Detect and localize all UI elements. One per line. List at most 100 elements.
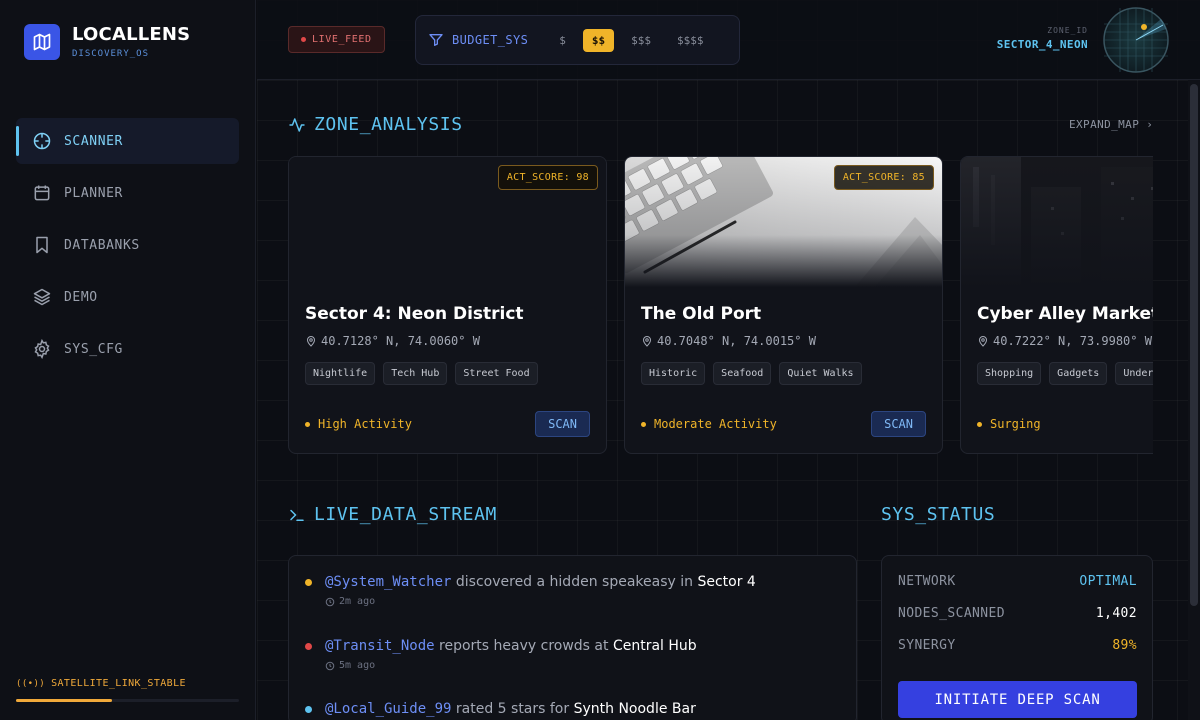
sys-status-panel: NETWORK OPTIMAL NODES_SCANNED 1,402 SYNE… — [881, 555, 1153, 720]
zone-tag[interactable]: Nightlife — [305, 362, 376, 385]
sidebar-item-label: SCANNER — [64, 133, 123, 149]
zone-tag[interactable]: Underground — [1115, 362, 1153, 385]
clock-icon — [325, 597, 335, 607]
zone-tags: Nightlife Tech Hub Street Food — [305, 362, 546, 385]
stream-time: 2m ago — [339, 596, 376, 607]
activity-label: Surging — [990, 417, 1041, 431]
status-row: NODES_SCANNED 1,402 — [898, 606, 1137, 621]
terminal-icon — [288, 506, 306, 524]
filter-icon — [428, 32, 444, 48]
zone-tag[interactable]: Street Food — [455, 362, 538, 385]
stream-dot-icon — [305, 579, 312, 586]
zone-analysis-label: ZONE_ANALYSIS — [314, 114, 463, 135]
scrollbar-thumb[interactable] — [1190, 84, 1198, 606]
live-dot-icon — [301, 37, 306, 42]
status-dot-icon — [305, 421, 310, 427]
stream-dot-icon — [305, 643, 312, 650]
zone-image — [961, 157, 1153, 287]
live-stream-label: LIVE_DATA_STREAM — [314, 504, 497, 525]
stream-time: 5m ago — [339, 660, 376, 671]
activity-status: Surging — [977, 417, 1041, 431]
chevron-right-icon: › — [1146, 118, 1154, 131]
deep-scan-button[interactable]: INITIATE DEEP SCAN — [898, 681, 1137, 718]
zone-tag[interactable]: Quiet Walks — [779, 362, 862, 385]
stream-text: reports heavy crowds at — [434, 638, 613, 654]
zone-tag[interactable]: Historic — [641, 362, 706, 385]
gear-icon — [32, 339, 52, 359]
zone-card[interactable]: ACT_SCORE: 98 Sector 4: Neon District 40… — [288, 156, 607, 454]
zone-tags: Historic Seafood Quiet Walks — [641, 362, 870, 385]
sidebar: LOCALLENS DISCOVERY_OS SCANNER PLANNER D… — [0, 0, 256, 720]
stream-text: rated 5 stars for — [451, 701, 574, 717]
map-icon — [24, 24, 60, 60]
zone-tag[interactable]: Gadgets — [1049, 362, 1108, 385]
live-stream-feed: @System_Watcher discovered a hidden spea… — [288, 555, 857, 720]
budget-option-3[interactable]: $$$ — [622, 29, 660, 52]
activity-icon — [288, 116, 306, 134]
status-key: NETWORK — [898, 574, 956, 589]
satellite-label: SATELLITE_LINK_STABLE — [51, 678, 186, 689]
map-pin-icon — [977, 335, 989, 347]
satellite-status: ((•)) SATELLITE_LINK_STABLE — [16, 678, 239, 702]
zone-cards: ACT_SCORE: 98 Sector 4: Neon District 40… — [288, 156, 1153, 456]
sidebar-item-scanner[interactable]: SCANNER — [16, 118, 239, 164]
status-dot-icon — [977, 421, 982, 427]
sidebar-item-label: DATABANKS — [64, 237, 140, 253]
topbar: LIVE_FEED BUDGET_SYS $ $$ $$$ $$$$ ZONE_… — [257, 0, 1200, 80]
live-feed-badge[interactable]: LIVE_FEED — [288, 26, 385, 53]
stream-dot-icon — [305, 706, 312, 713]
brand-name: LOCALLENS — [72, 24, 191, 45]
scan-button[interactable]: SCAN — [535, 411, 590, 437]
stream-place[interactable]: Synth Noodle Bar — [574, 701, 696, 717]
radar-icon[interactable] — [1103, 7, 1169, 73]
zone-tag[interactable]: Tech Hub — [383, 362, 448, 385]
sidebar-item-planner[interactable]: PLANNER — [16, 170, 239, 216]
zone-analysis-title: ZONE_ANALYSIS — [288, 114, 463, 135]
zone-tag[interactable]: Shopping — [977, 362, 1042, 385]
budget-label: BUDGET_SYS — [452, 33, 529, 47]
layers-icon — [32, 287, 52, 307]
sys-status-title: SYS_STATUS — [881, 504, 996, 525]
zone-card[interactable]: ACT_SCORE: 85 The Old Port 40.7048° N, 7… — [624, 156, 943, 454]
sidebar-item-databanks[interactable]: DATABANKS — [16, 222, 239, 268]
stream-place[interactable]: Central Hub — [613, 638, 697, 654]
sidebar-item-label: DEMO — [64, 289, 98, 305]
budget-option-4[interactable]: $$$$ — [668, 29, 713, 52]
zone-id: ZONE_ID SECTOR_4_NEON — [997, 26, 1088, 51]
status-row: SYNERGY 89% — [898, 638, 1137, 653]
scrollbar[interactable] — [1188, 80, 1200, 720]
activity-score-badge: ACT_SCORE: 85 — [833, 165, 934, 190]
live-stream-title: LIVE_DATA_STREAM — [288, 504, 497, 525]
zone-title: Sector 4: Neon District — [305, 304, 524, 324]
stream-user[interactable]: @Local_Guide_99 — [325, 701, 451, 717]
stream-user[interactable]: @System_Watcher — [325, 574, 451, 590]
sidebar-item-sys-cfg[interactable]: SYS_CFG — [16, 326, 239, 372]
brand[interactable]: LOCALLENS DISCOVERY_OS — [24, 24, 190, 60]
clock-icon — [325, 661, 335, 671]
scan-button[interactable]: SCAN — [871, 411, 926, 437]
zone-coordinates: 40.7222° N, 73.9980° W — [993, 334, 1152, 348]
activity-status: High Activity — [305, 417, 412, 431]
expand-map-link[interactable]: EXPAND_MAP › — [1069, 118, 1153, 131]
status-row: NETWORK OPTIMAL — [898, 574, 1137, 589]
zone-card[interactable]: Cyber Alley Market 40.7222° N, 73.9980° … — [960, 156, 1153, 454]
crosshair-icon — [32, 131, 52, 151]
stream-user[interactable]: @Transit_Node — [325, 638, 435, 654]
budget-option-2[interactable]: $$ — [582, 28, 615, 52]
sidebar-item-label: SYS_CFG — [64, 341, 123, 357]
budget-option-1[interactable]: $ — [550, 29, 575, 52]
map-pin-icon — [305, 335, 317, 347]
signal-icon: ((•)) — [16, 678, 46, 689]
map-pin-icon — [641, 335, 653, 347]
bookmark-icon — [32, 235, 52, 255]
zone-tag[interactable]: Seafood — [713, 362, 772, 385]
calendar-icon — [32, 183, 52, 203]
zone-coordinates: 40.7128° N, 74.0060° W — [321, 334, 480, 348]
sidebar-nav: SCANNER PLANNER DATABANKS DEMO SYS_CFG — [16, 118, 239, 378]
live-feed-label: LIVE_FEED — [312, 34, 372, 45]
stream-text: discovered a hidden speakeasy in — [451, 574, 698, 590]
sidebar-item-demo[interactable]: DEMO — [16, 274, 239, 320]
zone-tags: Shopping Gadgets Underground — [977, 362, 1153, 385]
zone-title: The Old Port — [641, 304, 762, 324]
stream-place[interactable]: Sector 4 — [697, 574, 755, 590]
